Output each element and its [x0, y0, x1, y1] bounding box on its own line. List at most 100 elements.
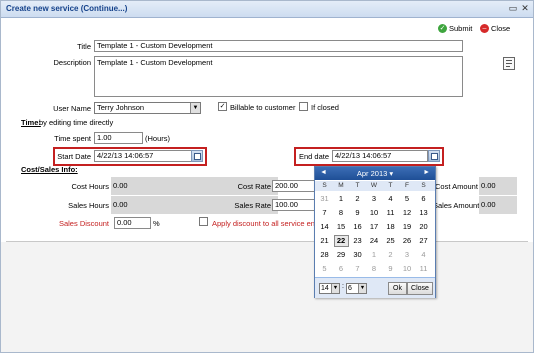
calendar-day[interactable]: 5	[400, 193, 415, 205]
billable-label: Billable to customer	[230, 103, 296, 112]
calendar-day[interactable]: 29	[334, 249, 349, 261]
calendar-day[interactable]: 21	[317, 235, 332, 247]
weekday-label: S	[322, 182, 327, 189]
month-year-label: Apr 2013	[356, 169, 388, 178]
calendar-day[interactable]: 11	[416, 263, 431, 275]
close-label: Close	[491, 23, 511, 33]
month-year-button[interactable]: Apr 2013 ▾	[315, 169, 435, 178]
end-date-input[interactable]: 4/22/13 14:06:57	[332, 150, 428, 162]
submit-label: Submit	[449, 23, 473, 33]
calendar-day[interactable]: 19	[400, 221, 415, 233]
sales-hours-label: Sales Hours	[68, 201, 109, 210]
minute-value: 6	[348, 285, 352, 292]
calendar-day[interactable]: 3	[400, 249, 415, 261]
close-window-icon[interactable]: ✕	[520, 3, 530, 13]
toolbar: ✓ Submit – Close	[1, 18, 533, 38]
title-bar: Create new service (Continue...) ▭ ✕	[1, 1, 533, 18]
calendar-day[interactable]: 16	[350, 221, 365, 233]
calendar-day-selected[interactable]: 22	[333, 235, 349, 247]
hour-select[interactable]: 14 ▼	[319, 283, 340, 294]
if-closed-label: If closed	[311, 103, 339, 112]
calendar-day[interactable]: 2	[350, 193, 365, 205]
calendar-day[interactable]: 28	[317, 249, 332, 261]
calendar-day[interactable]: 3	[367, 193, 382, 205]
start-date-input[interactable]: 4/22/13 14:06:57	[94, 150, 193, 162]
weekday-label: F	[405, 182, 409, 189]
user-name-label: User Name	[53, 104, 91, 113]
user-name-value: Terry Johnson	[97, 103, 145, 112]
chevron-down-icon: ▼	[190, 103, 200, 113]
start-date-calendar-icon[interactable]	[191, 150, 203, 162]
close-button[interactable]: – Close	[480, 22, 510, 34]
submit-button[interactable]: ✓ Submit	[438, 22, 472, 34]
time-heading: Time:	[21, 118, 41, 127]
sales-discount-input[interactable]: 0.00	[114, 217, 151, 229]
calendar-day[interactable]: 9	[383, 263, 398, 275]
calendar-day[interactable]: 26	[400, 235, 415, 247]
time-spent-input[interactable]: 1.00	[94, 132, 143, 144]
spellcheck-icon[interactable]	[503, 57, 515, 70]
minimize-icon[interactable]: ▭	[508, 3, 518, 13]
calendar-day[interactable]: 31	[317, 193, 332, 205]
if-closed-checkbox[interactable]	[299, 102, 308, 111]
end-date-calendar-icon[interactable]	[428, 150, 440, 162]
calendar-day[interactable]: 4	[416, 249, 431, 261]
minute-select[interactable]: 6 ▼	[346, 283, 367, 294]
calendar-day[interactable]: 10	[367, 207, 382, 219]
description-textarea[interactable]: Template 1 - Custom Development	[94, 56, 463, 97]
calendar-day[interactable]: 10	[400, 263, 415, 275]
calendar-day[interactable]: 12	[400, 207, 415, 219]
weekday-label: T	[355, 182, 360, 189]
calendar-day[interactable]: 6	[334, 263, 349, 275]
calendar-day[interactable]: 11	[383, 207, 398, 219]
calendar-day[interactable]: 6	[416, 193, 431, 205]
calendar-day[interactable]: 14	[317, 221, 332, 233]
calendar-day[interactable]: 17	[367, 221, 382, 233]
description-label: Description	[53, 58, 91, 67]
chevron-down-icon: ▾	[389, 169, 394, 178]
time-subheading: by editing time directly	[39, 118, 114, 127]
sales-rate-label: Sales Rate	[234, 201, 271, 210]
calendar-day[interactable]: 13	[416, 207, 431, 219]
weekday-label: W	[370, 182, 378, 189]
calendar-day[interactable]: 5	[317, 263, 332, 275]
billable-checkbox[interactable]: ✓	[218, 102, 227, 111]
calendar-day[interactable]: 7	[350, 263, 365, 275]
calendar-day[interactable]: 8	[334, 207, 349, 219]
calendar-day[interactable]: 1	[367, 249, 382, 261]
date-picker: ◄ Apr 2013 ▾ ► SMTWTFS 31 1 2 3 4 5 6 7 8 9 10 11 12…	[314, 166, 436, 298]
calendar-day[interactable]: 15	[334, 221, 349, 233]
hour-value: 14	[321, 285, 329, 292]
apply-discount-checkbox[interactable]	[199, 217, 208, 226]
calendar-day[interactable]: 7	[317, 207, 332, 219]
calendar-day[interactable]: 30	[350, 249, 365, 261]
sales-discount-unit: %	[153, 219, 160, 228]
title-label: Title	[77, 42, 91, 51]
sales-rate-input[interactable]: 100.00	[272, 199, 316, 211]
calendar-day[interactable]: 2	[383, 249, 398, 261]
next-month-icon[interactable]: ►	[423, 169, 430, 176]
cost-rate-input[interactable]: 200.00	[272, 180, 316, 192]
apply-discount-label: Apply discount to all service ent	[212, 219, 318, 228]
calendar-day[interactable]: 23	[350, 235, 365, 247]
calendar-day[interactable]: 24	[367, 235, 382, 247]
calendar-header: ◄ Apr 2013 ▾ ►	[315, 167, 435, 180]
time-spent-label: Time spent	[54, 134, 91, 143]
check-icon: ✓	[438, 23, 447, 33]
title-input[interactable]: Template 1 - Custom Development	[94, 40, 463, 52]
calendar-ok-button[interactable]: Ok	[388, 282, 407, 295]
calendar-close-button[interactable]: Close	[407, 282, 433, 295]
calendar-day[interactable]: 4	[383, 193, 398, 205]
calendar-day[interactable]: 27	[416, 235, 431, 247]
sales-amount-label: Sales Amount	[433, 201, 480, 210]
user-name-select[interactable]: Terry Johnson ▼	[94, 102, 201, 114]
window-title: Create new service (Continue...)	[6, 4, 128, 13]
cost-amount-value: 0.00	[479, 177, 517, 195]
calendar-day[interactable]: 1	[334, 193, 349, 205]
calendar-day[interactable]: 20	[416, 221, 431, 233]
calendar-day[interactable]: 9	[350, 207, 365, 219]
calendar-day[interactable]: 8	[367, 263, 382, 275]
calendar-day[interactable]: 25	[383, 235, 398, 247]
calendar-day[interactable]: 18	[383, 221, 398, 233]
end-date-label: End date	[298, 152, 329, 161]
